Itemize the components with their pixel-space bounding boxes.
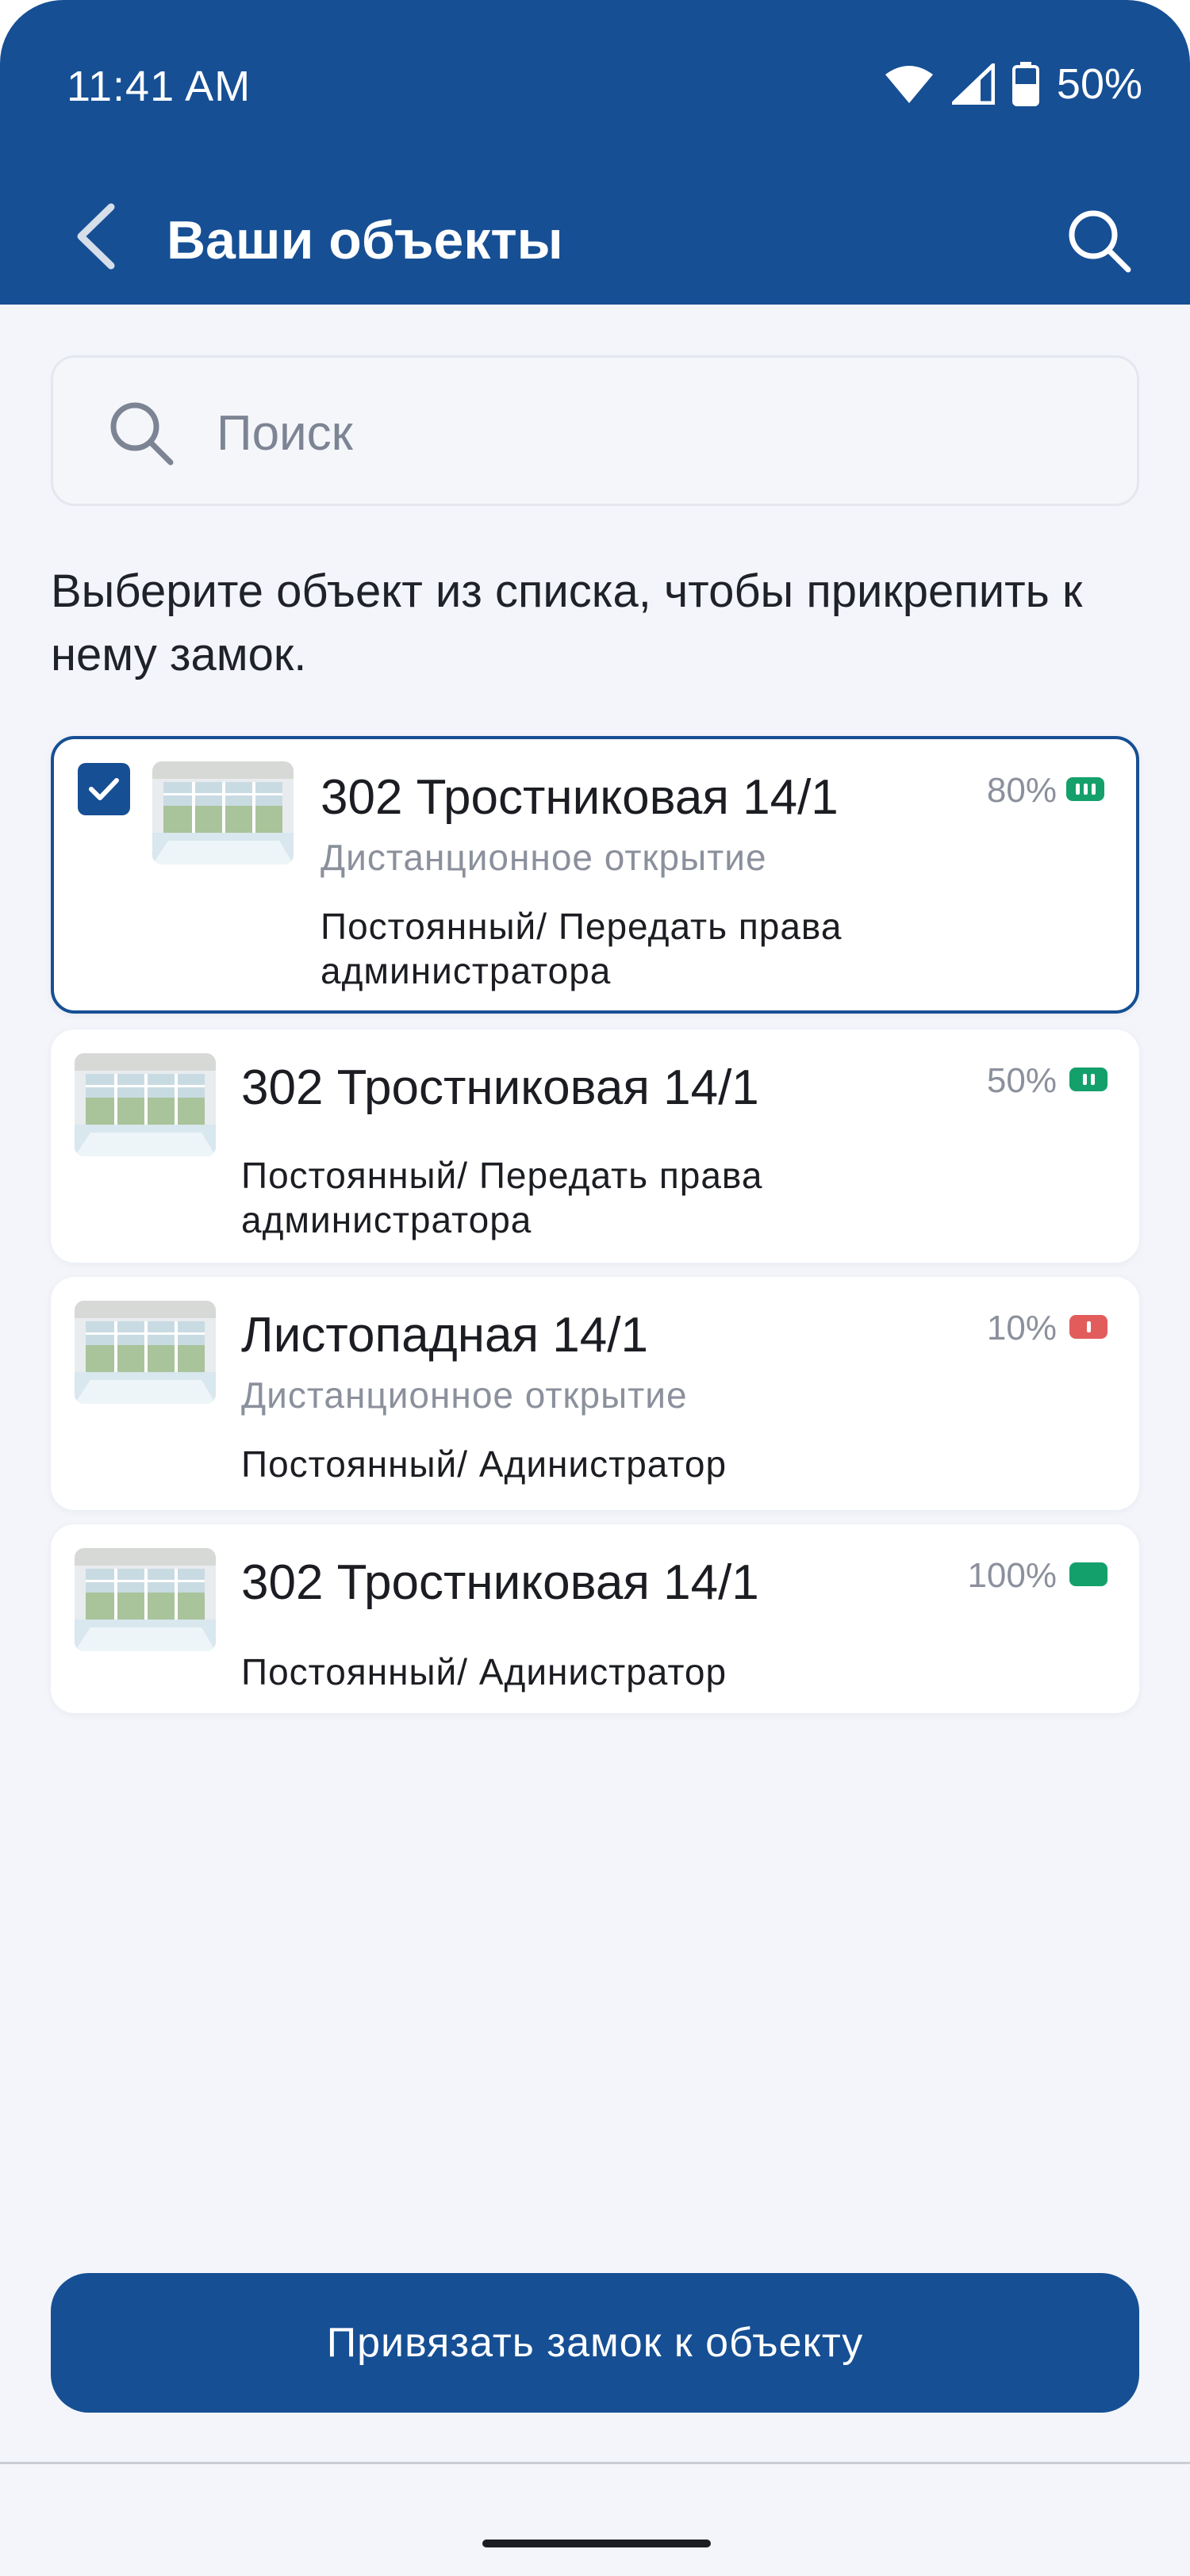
object-role: Постоянный/ Передать права администратор… <box>241 1155 763 1240</box>
object-role: Постоянный/ Адинистратор <box>241 1651 727 1692</box>
battery-level-icon <box>1069 1562 1107 1586</box>
battery-percent-label: 50% <box>986 1061 1057 1100</box>
page-title: Ваши объекты <box>167 210 563 270</box>
back-button[interactable] <box>63 197 127 276</box>
object-photo <box>75 1301 216 1404</box>
object-card[interactable]: 302 Тростниковая 14/1 Дистанционное откр… <box>51 736 1139 1014</box>
object-subtitle: Дистанционное открытие <box>321 837 767 878</box>
wifi-icon <box>885 66 933 103</box>
signal-icon <box>951 63 995 105</box>
check-icon <box>89 778 119 800</box>
battery-level-icon <box>1069 1315 1107 1339</box>
battery-percent-label: 80% <box>986 771 1057 810</box>
object-subtitle: Дистанционное открытие <box>241 1374 688 1416</box>
home-indicator[interactable] <box>482 2540 711 2547</box>
battery-percent-label: 100% <box>967 1556 1057 1595</box>
search-field[interactable] <box>51 355 1139 506</box>
battery-percent-label: 10% <box>986 1309 1057 1347</box>
object-card[interactable]: 302 Тростниковая 14/1 Постоянный/ Переда… <box>51 1029 1139 1263</box>
bind-lock-button[interactable]: Привязать замок к объекту <box>51 2273 1139 2413</box>
battery-level-icon <box>1066 777 1104 801</box>
object-photo <box>75 1548 216 1651</box>
object-card[interactable]: 302 Тростниковая 14/1 Постоянный/ Адинис… <box>51 1524 1139 1713</box>
object-title: 302 Тростниковая 14/1 <box>241 1060 759 1115</box>
instruction-text: Выберите объект из списка, чтобы прикреп… <box>51 565 1083 680</box>
search-icon <box>1069 210 1131 273</box>
battery-icon <box>1012 62 1039 106</box>
app-bar: 11:41 AM 50% Ваши объекты <box>0 0 1190 305</box>
object-photo <box>152 761 294 864</box>
status-icons: 50% <box>884 59 1142 109</box>
navigation-bar <box>0 2464 1190 2576</box>
object-card[interactable]: Листопадная 14/1 Дистанционное открытие … <box>51 1277 1139 1510</box>
object-title: 302 Тростниковая 14/1 <box>321 770 839 825</box>
object-role: Постоянный/ Адинистратор <box>241 1443 727 1485</box>
battery-level-icon <box>1069 1068 1107 1091</box>
header-search-button[interactable] <box>1061 203 1138 279</box>
object-photo <box>75 1053 216 1156</box>
selected-checkbox[interactable] <box>78 763 130 815</box>
object-title: 302 Тростниковая 14/1 <box>241 1555 759 1610</box>
screen: 11:41 AM 50% Ваши объекты Поиск Выберите… <box>0 0 1190 2576</box>
search-input[interactable] <box>217 389 1089 477</box>
status-time: 11:41 AM <box>67 63 251 110</box>
battery-percent: 50% <box>1056 60 1142 108</box>
object-title: Листопадная 14/1 <box>241 1308 648 1363</box>
object-role: Постоянный/ Передать права администратор… <box>321 906 843 991</box>
chevron-left-icon <box>77 203 115 270</box>
search-icon <box>110 402 174 466</box>
